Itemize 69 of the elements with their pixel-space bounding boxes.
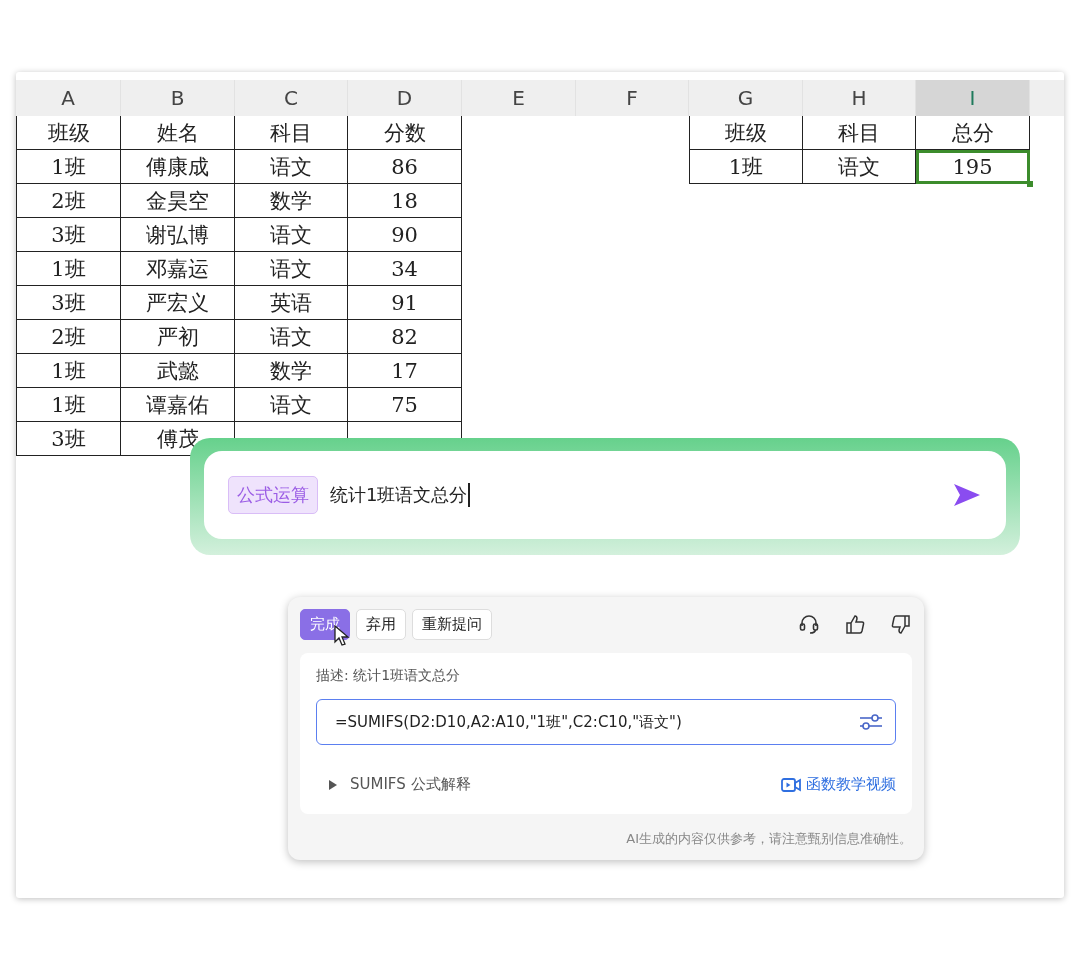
table-cell: 班级	[16, 116, 121, 150]
disclaimer-text: AI生成的内容仅供参考，请注意甄别信息准确性。	[625, 830, 912, 848]
table-cell: 数学	[235, 354, 348, 388]
table-cell: 科目	[235, 116, 348, 150]
table-cell: 邓嘉运	[121, 252, 235, 286]
column-header[interactable]: A	[16, 80, 121, 116]
column-header[interactable]: E	[462, 80, 576, 116]
table-cell: 18	[348, 184, 462, 218]
table-cell: 1班	[689, 150, 803, 184]
table-cell: 分数	[348, 116, 462, 150]
table-cell: 90	[348, 218, 462, 252]
expand-caret-icon[interactable]	[328, 779, 338, 790]
prompt-text: 统计1班语文总分	[330, 483, 471, 507]
thumbs-up-icon[interactable]	[844, 613, 866, 635]
table-cell: 1班	[16, 150, 121, 184]
column-header[interactable]: B	[121, 80, 235, 116]
table-cell: 数学	[235, 184, 348, 218]
table-cell: 语文	[235, 252, 348, 286]
action-button[interactable]: 弃用	[356, 608, 406, 640]
formula-field[interactable]: =SUMIFS(D2:D10,A2:A10,"1班",C2:C10,"语文")	[316, 699, 896, 745]
header-background	[1030, 80, 1064, 116]
video-camera-icon	[781, 776, 801, 793]
table-cell: 严宏义	[121, 286, 235, 320]
column-header[interactable]: I	[916, 80, 1030, 116]
action-button[interactable]: 重新提问	[412, 608, 492, 640]
table-cell: 1班	[16, 252, 121, 286]
table-cell: 总分	[916, 116, 1030, 150]
table-cell: 82	[348, 320, 462, 354]
thumbs-down-icon[interactable]	[890, 613, 912, 635]
table-cell: 谢弘博	[121, 218, 235, 252]
table-cell: 86	[348, 150, 462, 184]
table-cell: 语文	[235, 320, 348, 354]
headset-icon[interactable]	[798, 613, 820, 635]
table-cell: 91	[348, 286, 462, 320]
table-cell: 75	[348, 388, 462, 422]
table-cell: 2班	[16, 184, 121, 218]
table-cell: 金昊空	[121, 184, 235, 218]
table-cell: 英语	[235, 286, 348, 320]
explain-toggle[interactable]: SUMIFS 公式解释	[350, 775, 471, 794]
table-cell: 严初	[121, 320, 235, 354]
table-cell: 谭嘉佑	[121, 388, 235, 422]
send-icon[interactable]	[952, 482, 982, 508]
column-header[interactable]: G	[689, 80, 803, 116]
table-cell: 1班	[16, 354, 121, 388]
table-cell: 3班	[16, 422, 121, 456]
table-cell: 语文	[235, 388, 348, 422]
prompt-input[interactable]: 公式运算 统计1班语文总分	[204, 451, 1006, 539]
table-cell: 傅康成	[121, 150, 235, 184]
table-cell: 姓名	[121, 116, 235, 150]
table-cell: 语文	[235, 218, 348, 252]
table-cell: 17	[348, 354, 462, 388]
column-header[interactable]: C	[235, 80, 348, 116]
table-cell: 武懿	[121, 354, 235, 388]
description-text: 描述: 统计1班语文总分	[316, 667, 462, 685]
table-cell: 2班	[16, 320, 121, 354]
column-header[interactable]: D	[348, 80, 462, 116]
table-cell: 语文	[803, 150, 916, 184]
table-cell: 1班	[16, 388, 121, 422]
sliders-icon[interactable]	[859, 712, 883, 732]
table-cell: 科目	[803, 116, 916, 150]
table-cell: 3班	[16, 218, 121, 252]
table-cell: 3班	[16, 286, 121, 320]
table-cell: 语文	[235, 150, 348, 184]
table-cell: 班级	[689, 116, 803, 150]
column-header[interactable]: H	[803, 80, 916, 116]
column-header[interactable]: F	[576, 80, 689, 116]
video-link[interactable]: 函数教学视频	[781, 775, 896, 794]
table-cell: 34	[348, 252, 462, 286]
table-cell: 195	[916, 150, 1030, 184]
